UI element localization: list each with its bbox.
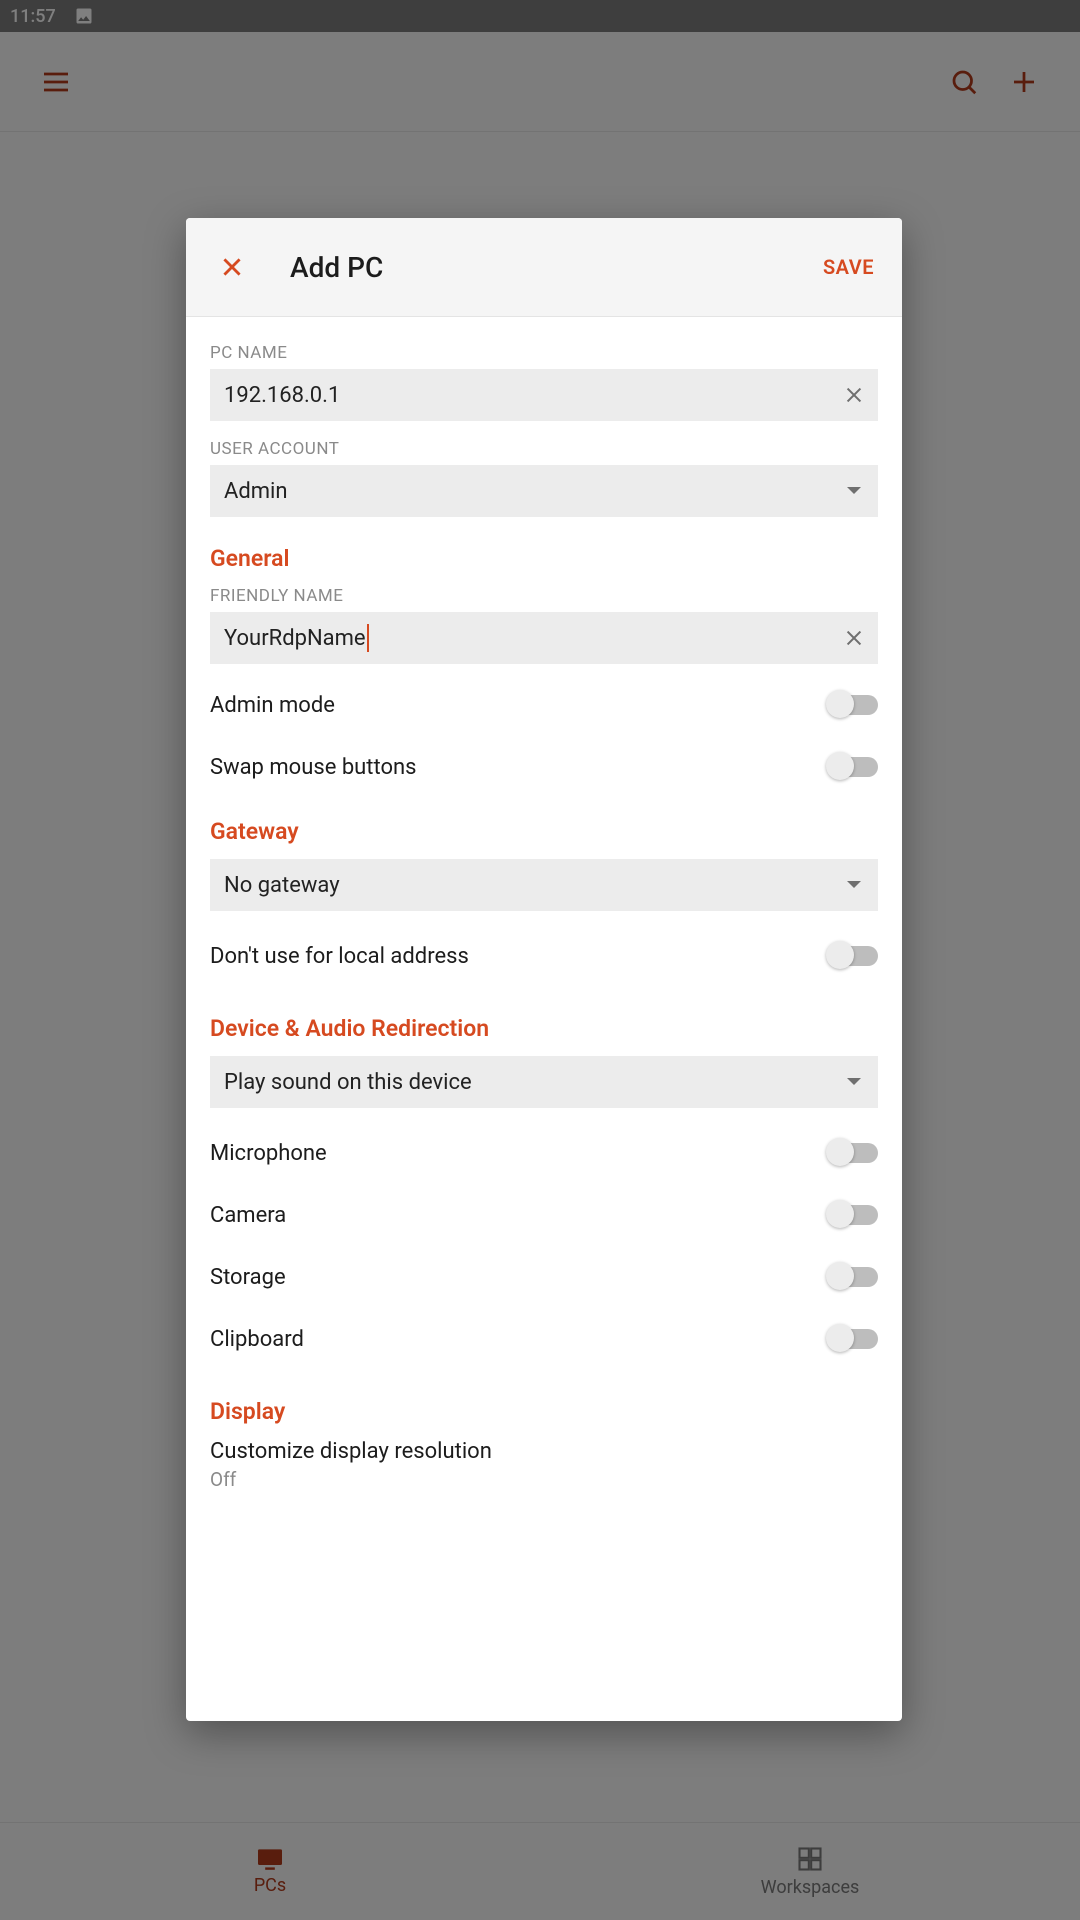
storage-label: Storage: [210, 1265, 286, 1290]
pc-name-input[interactable]: [224, 383, 864, 408]
customize-display-value: Off: [210, 1468, 878, 1491]
admin-mode-label: Admin mode: [210, 693, 335, 718]
gateway-dropdown[interactable]: No gateway: [210, 859, 878, 911]
pc-name-field[interactable]: [210, 369, 878, 421]
section-gateway-title: Gateway: [210, 818, 878, 845]
add-pc-dialog: Add PC SAVE PC NAME USER ACCOUNT Admin G…: [186, 218, 902, 1721]
section-display-title: Display: [210, 1398, 878, 1425]
text-caret: [367, 624, 369, 652]
sound-value: Play sound on this device: [224, 1070, 472, 1095]
clear-icon[interactable]: [840, 381, 868, 409]
storage-toggle[interactable]: [828, 1267, 878, 1287]
swap-mouse-toggle[interactable]: [828, 757, 878, 777]
storage-row: Storage: [210, 1246, 878, 1308]
dont-use-local-toggle[interactable]: [828, 946, 878, 966]
gateway-value: No gateway: [224, 873, 340, 898]
friendly-name-field[interactable]: YourRdpName: [210, 612, 878, 664]
camera-label: Camera: [210, 1203, 286, 1228]
friendly-name-label: FRIENDLY NAME: [210, 586, 878, 606]
user-account-label: USER ACCOUNT: [210, 439, 878, 459]
friendly-name-value: YourRdpName: [224, 626, 366, 651]
clipboard-label: Clipboard: [210, 1327, 304, 1352]
admin-mode-row: Admin mode: [210, 674, 878, 736]
microphone-toggle[interactable]: [828, 1143, 878, 1163]
customize-display-row[interactable]: Customize display resolution Off: [210, 1439, 878, 1491]
dont-use-local-row: Don't use for local address: [210, 925, 878, 987]
customize-display-label: Customize display resolution: [210, 1439, 878, 1464]
dont-use-local-label: Don't use for local address: [210, 944, 469, 969]
section-general-title: General: [210, 545, 878, 572]
clipboard-toggle[interactable]: [828, 1329, 878, 1349]
dialog-header: Add PC SAVE: [186, 218, 902, 317]
chevron-down-icon: [846, 486, 862, 496]
user-account-value: Admin: [224, 479, 288, 504]
dialog-body: PC NAME USER ACCOUNT Admin General FRIEN…: [186, 317, 902, 1721]
save-button[interactable]: SAVE: [823, 255, 874, 279]
chevron-down-icon: [846, 1077, 862, 1087]
close-icon[interactable]: [214, 249, 250, 285]
microphone-row: Microphone: [210, 1122, 878, 1184]
clipboard-row: Clipboard: [210, 1308, 878, 1370]
dialog-title: Add PC: [290, 251, 823, 284]
section-device-audio-title: Device & Audio Redirection: [210, 1015, 878, 1042]
camera-row: Camera: [210, 1184, 878, 1246]
microphone-label: Microphone: [210, 1141, 327, 1166]
swap-mouse-row: Swap mouse buttons: [210, 736, 878, 798]
swap-mouse-label: Swap mouse buttons: [210, 755, 417, 780]
camera-toggle[interactable]: [828, 1205, 878, 1225]
user-account-dropdown[interactable]: Admin: [210, 465, 878, 517]
admin-mode-toggle[interactable]: [828, 695, 878, 715]
chevron-down-icon: [846, 880, 862, 890]
sound-dropdown[interactable]: Play sound on this device: [210, 1056, 878, 1108]
clear-icon[interactable]: [840, 624, 868, 652]
pc-name-label: PC NAME: [210, 343, 878, 363]
